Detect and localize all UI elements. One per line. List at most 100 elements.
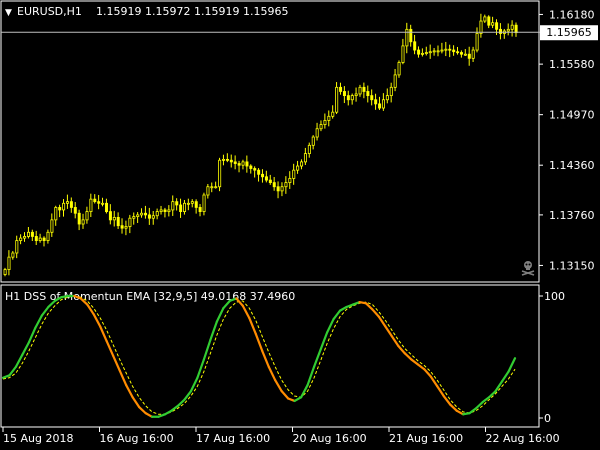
candle-body — [362, 86, 366, 92]
candle-body — [54, 207, 58, 221]
candle-body — [495, 22, 499, 30]
candle-body — [358, 86, 362, 95]
candle-body — [315, 128, 319, 138]
candle-body — [303, 153, 307, 163]
candle-body — [159, 209, 163, 212]
price-tick-label: 1.14970 — [549, 109, 595, 122]
candle-body — [296, 165, 300, 171]
candle-body — [300, 161, 304, 167]
candle-body — [120, 225, 124, 229]
candle-body — [432, 50, 436, 53]
candle-body — [393, 74, 397, 88]
candle-body — [397, 62, 401, 76]
symbol-title: EURUSD,H1 — [17, 5, 82, 18]
candle-body — [401, 45, 405, 63]
candle-body — [225, 158, 229, 161]
candle-body — [487, 16, 491, 26]
candle-body — [350, 95, 354, 101]
candle-body — [366, 91, 370, 97]
candle-body — [186, 202, 190, 205]
candle-body — [179, 204, 183, 212]
candle-body — [409, 28, 413, 43]
candle-body — [268, 179, 272, 183]
candle-body — [218, 159, 222, 188]
candle-body — [69, 201, 73, 208]
candle-body — [479, 20, 483, 34]
candle-body — [93, 198, 97, 203]
candle-body — [241, 161, 245, 166]
candle-body — [452, 49, 456, 53]
candle-body — [183, 202, 187, 212]
candle-body — [233, 161, 237, 164]
candle-body — [436, 50, 440, 53]
candle-body — [510, 24, 514, 30]
candle-body — [288, 178, 292, 183]
candle-body — [81, 219, 85, 225]
candle-body — [73, 207, 77, 214]
candle-body — [202, 194, 206, 212]
oscillator-title: H1 DSS of Momentun EMA [32,9,5] 49.0168 … — [5, 290, 295, 303]
candle-body — [105, 202, 109, 212]
candle-body — [34, 236, 38, 241]
candle-body — [319, 124, 323, 130]
candle-body — [210, 186, 214, 189]
time-tick-label: 21 Aug 16:00 — [389, 432, 463, 445]
candle-body — [440, 49, 444, 52]
candle-body — [483, 16, 487, 22]
candle-body — [124, 226, 128, 229]
candle-body — [50, 219, 54, 233]
candle-body — [459, 52, 463, 55]
candle-body — [116, 216, 120, 227]
candle-body — [163, 209, 167, 212]
price-tick-label: 1.13150 — [549, 259, 595, 272]
candle-body — [11, 252, 15, 258]
candle-body — [7, 256, 11, 270]
candle-body — [335, 86, 339, 113]
candle-body — [167, 209, 171, 212]
candle-body — [108, 211, 112, 221]
candle-body — [190, 201, 194, 204]
candle-body — [253, 168, 257, 171]
candle-body — [257, 169, 261, 175]
candle-body — [342, 91, 346, 97]
candle-body — [354, 93, 358, 97]
candle-body — [456, 51, 460, 54]
title-marker-icon[interactable]: ▼ — [5, 8, 12, 18]
candle-body — [229, 159, 233, 163]
candle-body — [339, 86, 343, 92]
background — [0, 0, 600, 450]
candle-body — [311, 136, 315, 146]
candle-body — [381, 99, 385, 109]
candle-body — [77, 212, 81, 225]
candle-body — [15, 240, 19, 254]
candle-body — [389, 86, 393, 97]
candle-body — [245, 161, 249, 167]
price-tick-label: 1.13760 — [549, 209, 595, 222]
candle-body — [85, 211, 89, 221]
candle-body — [471, 49, 475, 59]
candle-body — [132, 216, 136, 219]
candle-body — [448, 48, 452, 51]
candle-body — [46, 231, 50, 241]
candle-body — [27, 231, 31, 237]
candle-body — [374, 99, 378, 105]
candle-body — [249, 165, 253, 169]
candle-body — [112, 216, 116, 221]
candle-body — [214, 186, 218, 189]
candle-body — [514, 24, 518, 34]
candle-body — [198, 207, 202, 212]
candle-body — [3, 269, 7, 275]
candle-body — [284, 182, 288, 188]
candle-body — [467, 53, 471, 59]
time-tick-label: 16 Aug 16:00 — [100, 432, 174, 445]
candle-body — [62, 202, 66, 211]
chart-root: 1.16180 1.15580 1.14970 1.14360 1.13760 1.131… — [0, 0, 600, 450]
current-price-label: 1.15965 — [546, 26, 592, 39]
oscillator-tick-label: 0 — [544, 412, 551, 425]
candle-body — [506, 28, 510, 32]
candle-body — [413, 41, 417, 51]
candle-body — [346, 95, 350, 101]
time-tick-label: 15 Aug 2018 — [3, 432, 73, 445]
candle-body — [89, 198, 93, 212]
candle-body — [42, 237, 46, 241]
